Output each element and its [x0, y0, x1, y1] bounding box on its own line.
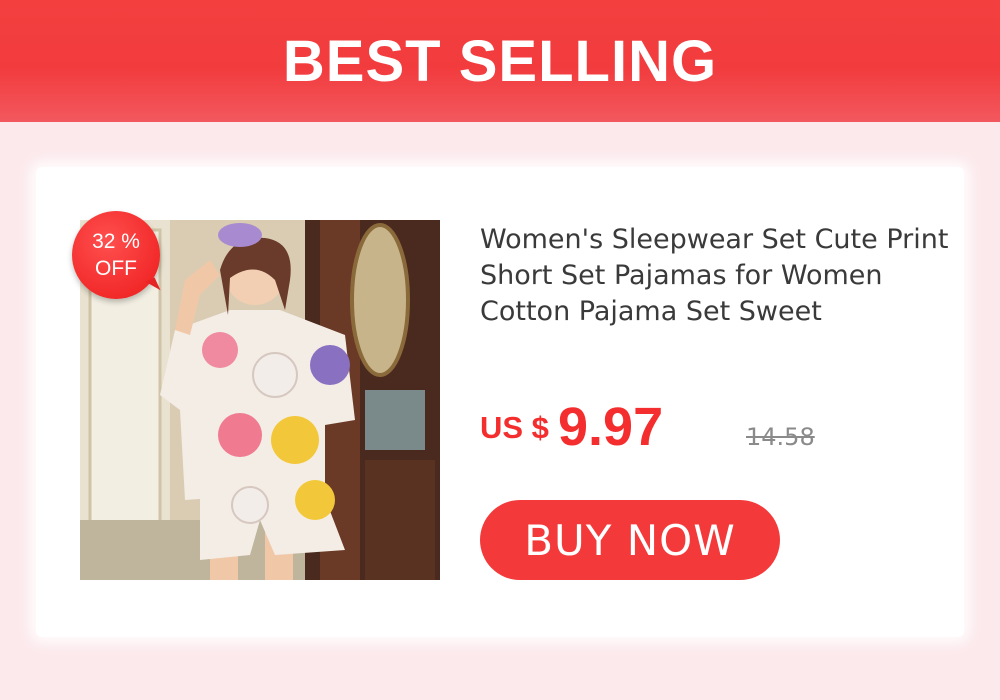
buy-now-button[interactable]: BUY NOW	[480, 500, 780, 580]
header-title: BEST SELLING	[282, 28, 718, 94]
sale-price: 9.97	[558, 397, 664, 457]
discount-badge: 32 % OFF	[72, 211, 160, 299]
price-currency: US $	[480, 410, 549, 445]
page-header: BEST SELLING	[0, 0, 1000, 122]
discount-label: OFF	[95, 257, 137, 280]
discount-percent: 32 %	[92, 230, 140, 253]
original-price: 14.58	[746, 423, 815, 451]
product-title[interactable]: Women's Sleepwear Set Cute Print Short S…	[480, 222, 950, 330]
